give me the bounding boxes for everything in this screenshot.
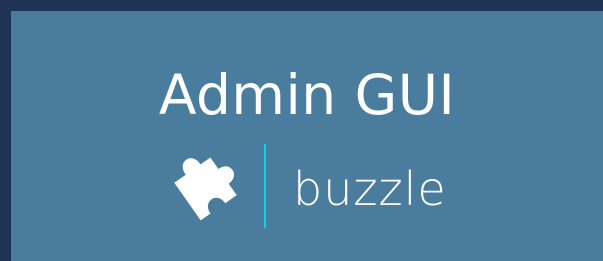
banner-panel: Admin GUI buzzle (11, 11, 603, 261)
page-title: Admin GUI (158, 63, 456, 127)
window-frame: Admin GUI buzzle (0, 0, 603, 261)
logo-wordmark: buzzle (293, 162, 447, 216)
buzzle-logo: buzzle (161, 141, 491, 231)
logo-divider (264, 144, 266, 228)
puzzle-piece-icon (174, 157, 237, 221)
